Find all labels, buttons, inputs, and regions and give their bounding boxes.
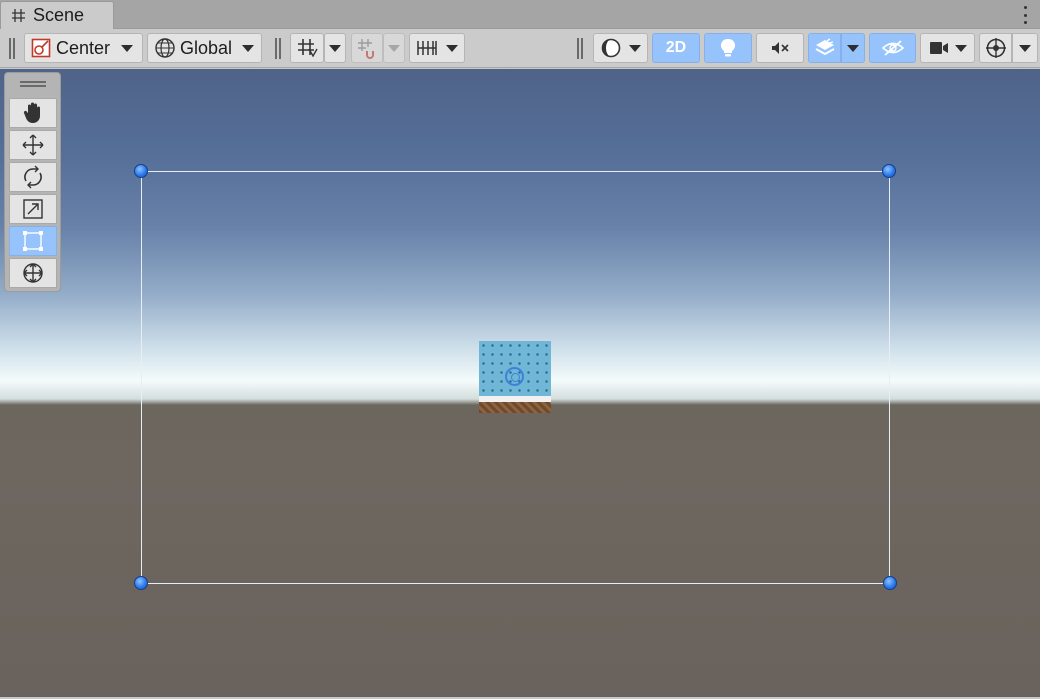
rect-handle-bottom-left[interactable] [134, 576, 148, 590]
camera-icon [929, 40, 949, 56]
chevron-down-icon [446, 44, 458, 52]
palette-drag-handle[interactable] [20, 81, 46, 87]
chevron-down-icon [242, 44, 255, 52]
speaker-mute-icon [770, 39, 790, 57]
pivot-mode-label: Center [56, 37, 111, 58]
hash-grid-icon [11, 8, 26, 23]
rect-transform-icon [22, 230, 44, 252]
effects-layers-icon [814, 38, 836, 58]
chevron-down-icon [329, 44, 341, 52]
gizmo-sphere-icon [985, 37, 1007, 59]
magnet-grid-icon [356, 37, 378, 59]
kebab-menu-icon[interactable] [1022, 6, 1028, 24]
increment-snap-dropdown[interactable] [409, 33, 465, 63]
audio-toggle[interactable] [756, 33, 804, 63]
rect-gizmo-bottom-edge[interactable] [141, 583, 889, 584]
grid-icon [296, 37, 318, 59]
grid-options-dropdown[interactable] [324, 33, 346, 63]
toolbar-grip-left[interactable] [9, 38, 15, 59]
chevron-down-icon [954, 44, 967, 52]
scale-icon [22, 198, 44, 220]
2d-mode-label: 2D [665, 39, 687, 56]
tile-sprite[interactable] [479, 341, 551, 413]
move-arrows-icon [21, 133, 45, 157]
eye-hidden-icon [881, 39, 905, 57]
effects-options-dropdown[interactable] [841, 33, 865, 63]
pivot-center-icon [31, 38, 51, 58]
pivot-mode-dropdown[interactable]: Center [24, 33, 143, 63]
tab-scene[interactable]: Scene [0, 1, 114, 29]
pivot-ring-icon[interactable] [505, 367, 524, 386]
rect-gizmo-top-edge[interactable] [141, 171, 889, 172]
rect-gizmo-right-edge[interactable] [889, 171, 890, 583]
gizmos-toggle[interactable] [979, 33, 1012, 63]
transform-tool-button[interactable] [9, 258, 57, 288]
tab-bar: Scene [0, 0, 1040, 29]
hand-tool-button[interactable] [9, 98, 57, 128]
transform-icon [21, 261, 45, 285]
rect-handle-top-left[interactable] [134, 164, 148, 178]
rect-handle-bottom-right[interactable] [883, 576, 897, 590]
scene-toolbar: Center Global 2D [0, 29, 1040, 68]
2d-mode-toggle[interactable]: 2D [652, 33, 700, 63]
scene-visibility-toggle[interactable] [869, 33, 916, 63]
lightbulb-icon [720, 38, 736, 58]
scene-window: Scene Center Global 2D [0, 0, 1040, 699]
rect-handle-top-right[interactable] [882, 164, 896, 178]
chevron-down-icon [121, 44, 134, 52]
pivot-rotation-label: Global [180, 37, 233, 58]
rotate-icon [21, 165, 45, 189]
sprite-dirt-strip [479, 402, 551, 413]
tool-palette [4, 72, 61, 292]
lighting-toggle[interactable] [704, 33, 752, 63]
scale-tool-button[interactable] [9, 194, 57, 224]
move-tool-button[interactable] [9, 130, 57, 160]
draw-mode-dropdown[interactable] [593, 33, 648, 63]
gizmos-options-dropdown[interactable] [1012, 33, 1038, 63]
rect-gizmo-left-edge[interactable] [141, 171, 142, 583]
shading-sphere-icon [601, 38, 621, 58]
chevron-down-icon [1019, 44, 1031, 52]
chevron-down-icon [847, 44, 859, 52]
hand-icon [22, 101, 44, 125]
tab-title: Scene [33, 5, 85, 25]
effects-toggle[interactable] [808, 33, 841, 63]
grid-visibility-button[interactable] [290, 33, 324, 63]
snap-options-dropdown[interactable] [383, 33, 405, 63]
ruler-snap-icon [416, 38, 438, 58]
globe-icon [154, 37, 176, 59]
toolbar-grip-right[interactable] [577, 38, 583, 59]
scene-camera-dropdown[interactable] [920, 33, 975, 63]
chevron-down-icon [388, 44, 400, 52]
snap-increment-button[interactable] [351, 33, 383, 63]
pivot-rotation-dropdown[interactable]: Global [147, 33, 262, 63]
toolbar-grip[interactable] [275, 38, 281, 59]
chevron-down-icon [628, 44, 641, 52]
rect-tool-button[interactable] [9, 226, 57, 256]
rotate-tool-button[interactable] [9, 162, 57, 192]
